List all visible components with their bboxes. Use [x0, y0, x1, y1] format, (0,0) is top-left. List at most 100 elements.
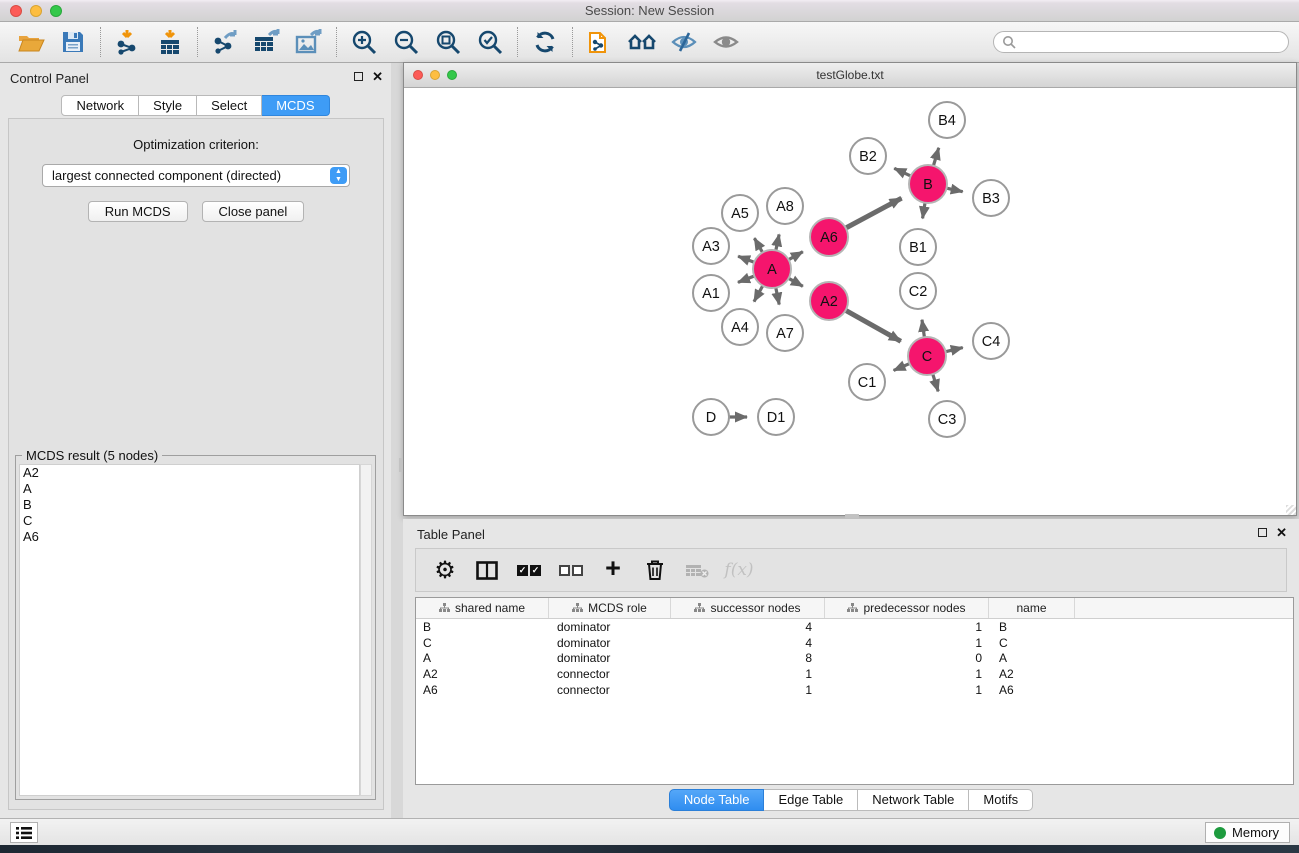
network-canvas[interactable]: AA6A2BCA5A8A3A1A4A7B2B4B3B1C2C4C1C3DD1	[404, 88, 1296, 515]
close-panel-button[interactable]: Close panel	[202, 201, 305, 222]
table-mode-gear-icon[interactable]: ⚙	[426, 552, 464, 588]
add-column-icon[interactable]: +	[594, 552, 632, 588]
tab-mcds[interactable]: MCDS	[262, 95, 329, 116]
deselect-all-checks-icon[interactable]	[552, 552, 590, 588]
table-cell[interactable]: connector	[549, 683, 671, 697]
float-panel-icon[interactable]	[354, 72, 363, 81]
mcds-result-item[interactable]: A6	[20, 529, 359, 545]
tab-node-table[interactable]: Node Table	[669, 789, 765, 811]
graph-edge[interactable]	[738, 256, 755, 262]
function-builder-icon[interactable]: f(x)	[720, 552, 758, 588]
table-cell[interactable]: A6	[416, 683, 549, 697]
table-cell[interactable]: 0	[825, 651, 989, 665]
graph-edge[interactable]	[754, 238, 763, 253]
result-scrollbar[interactable]	[360, 464, 372, 796]
resize-grip[interactable]	[1286, 505, 1296, 515]
table-cell[interactable]: C	[416, 636, 549, 650]
table-cell[interactable]: dominator	[549, 636, 671, 650]
search-input[interactable]	[1016, 35, 1280, 49]
export-table-icon[interactable]	[246, 25, 288, 59]
zoom-out-icon[interactable]	[385, 25, 427, 59]
graph-edge[interactable]	[788, 278, 803, 287]
graph-edge[interactable]	[932, 373, 938, 391]
horizontal-scroll-thumb[interactable]	[845, 514, 859, 518]
table-cell[interactable]: 1	[825, 683, 989, 697]
show-all-eye-icon[interactable]	[705, 25, 747, 59]
column-header-predecessor-nodes[interactable]: predecessor nodes	[825, 598, 989, 618]
graph-edge[interactable]	[922, 320, 925, 338]
tab-network[interactable]: Network	[61, 95, 139, 116]
graph-edge[interactable]	[845, 310, 901, 342]
mcds-result-item[interactable]: C	[20, 513, 359, 529]
import-table-icon[interactable]	[149, 25, 191, 59]
close-panel-icon[interactable]: ✕	[372, 69, 383, 85]
split-panel-icon[interactable]	[468, 552, 506, 588]
graph-edge[interactable]	[788, 252, 803, 261]
export-image-icon[interactable]	[288, 25, 330, 59]
column-header-shared-name[interactable]: shared name	[416, 598, 549, 618]
network-window-titlebar[interactable]: testGlobe.txt	[404, 63, 1296, 88]
table-cell[interactable]: 1	[671, 683, 825, 697]
graph-edge[interactable]	[923, 202, 926, 219]
open-file-icon[interactable]	[10, 25, 52, 59]
graph-edge[interactable]	[754, 285, 763, 302]
table-cell[interactable]: A2	[416, 667, 549, 681]
graph-edge[interactable]	[894, 363, 911, 370]
save-session-icon[interactable]	[52, 25, 94, 59]
search-field[interactable]	[993, 31, 1289, 53]
table-cell[interactable]: A2	[989, 667, 1075, 681]
hide-selected-eye-slash-icon[interactable]	[663, 25, 705, 59]
select-all-checks-icon[interactable]: ✓✓	[510, 552, 548, 588]
tab-motifs[interactable]: Motifs	[969, 789, 1033, 811]
memory-button[interactable]: Memory	[1205, 822, 1290, 843]
graph-edge[interactable]	[894, 168, 911, 176]
table-cell[interactable]: 1	[825, 620, 989, 634]
import-network-icon[interactable]	[107, 25, 149, 59]
graph-edge[interactable]	[946, 188, 963, 192]
table-cell[interactable]: dominator	[549, 620, 671, 634]
float-table-panel-icon[interactable]	[1258, 528, 1267, 537]
column-header-mcds-role[interactable]: MCDS role	[549, 598, 671, 618]
export-network-icon[interactable]	[204, 25, 246, 59]
tab-edge-table[interactable]: Edge Table	[764, 789, 858, 811]
table-cell[interactable]: 1	[671, 667, 825, 681]
zoom-selected-icon[interactable]	[469, 25, 511, 59]
table-row[interactable]: A2connector11A2	[416, 666, 1293, 682]
mcds-result-list[interactable]: A2ABCA6	[19, 464, 360, 796]
new-network-from-selection-icon[interactable]	[579, 25, 621, 59]
show-hide-panels-icon[interactable]	[621, 25, 663, 59]
tab-network-table[interactable]: Network Table	[858, 789, 969, 811]
table-cell[interactable]: B	[989, 620, 1075, 634]
table-row[interactable]: Cdominator41C	[416, 635, 1293, 651]
graph-edge[interactable]	[945, 348, 963, 352]
graph-edge[interactable]	[738, 276, 755, 283]
tab-style[interactable]: Style	[139, 95, 197, 116]
table-cell[interactable]: C	[989, 636, 1075, 650]
mcds-result-item[interactable]: A	[20, 481, 359, 497]
zoom-in-icon[interactable]	[343, 25, 385, 59]
graph-edge[interactable]	[845, 198, 902, 228]
table-row[interactable]: Bdominator41B	[416, 619, 1293, 635]
table-cell[interactable]: A	[416, 651, 549, 665]
zoom-fit-icon[interactable]	[427, 25, 469, 59]
table-cell[interactable]: 4	[671, 636, 825, 650]
delete-table-icon[interactable]	[678, 552, 716, 588]
delete-columns-trash-icon[interactable]	[636, 552, 674, 588]
table-cell[interactable]: B	[416, 620, 549, 634]
graph-edge[interactable]	[776, 234, 780, 251]
table-cell[interactable]: A	[989, 651, 1075, 665]
table-cell[interactable]: dominator	[549, 651, 671, 665]
table-cell[interactable]: 1	[825, 636, 989, 650]
table-cell[interactable]: 8	[671, 651, 825, 665]
task-history-button[interactable]	[10, 822, 38, 843]
table-cell[interactable]: 1	[825, 667, 989, 681]
close-table-panel-icon[interactable]: ✕	[1276, 525, 1287, 541]
tab-select[interactable]: Select	[197, 95, 262, 116]
criterion-select[interactable]: largest connected component (directed) ▲…	[42, 164, 350, 187]
graph-edge[interactable]	[776, 287, 780, 305]
table-cell[interactable]: A6	[989, 683, 1075, 697]
table-cell[interactable]: connector	[549, 667, 671, 681]
column-header-successor-nodes[interactable]: successor nodes	[671, 598, 825, 618]
table-cell[interactable]: 4	[671, 620, 825, 634]
mcds-result-item[interactable]: A2	[20, 465, 359, 481]
